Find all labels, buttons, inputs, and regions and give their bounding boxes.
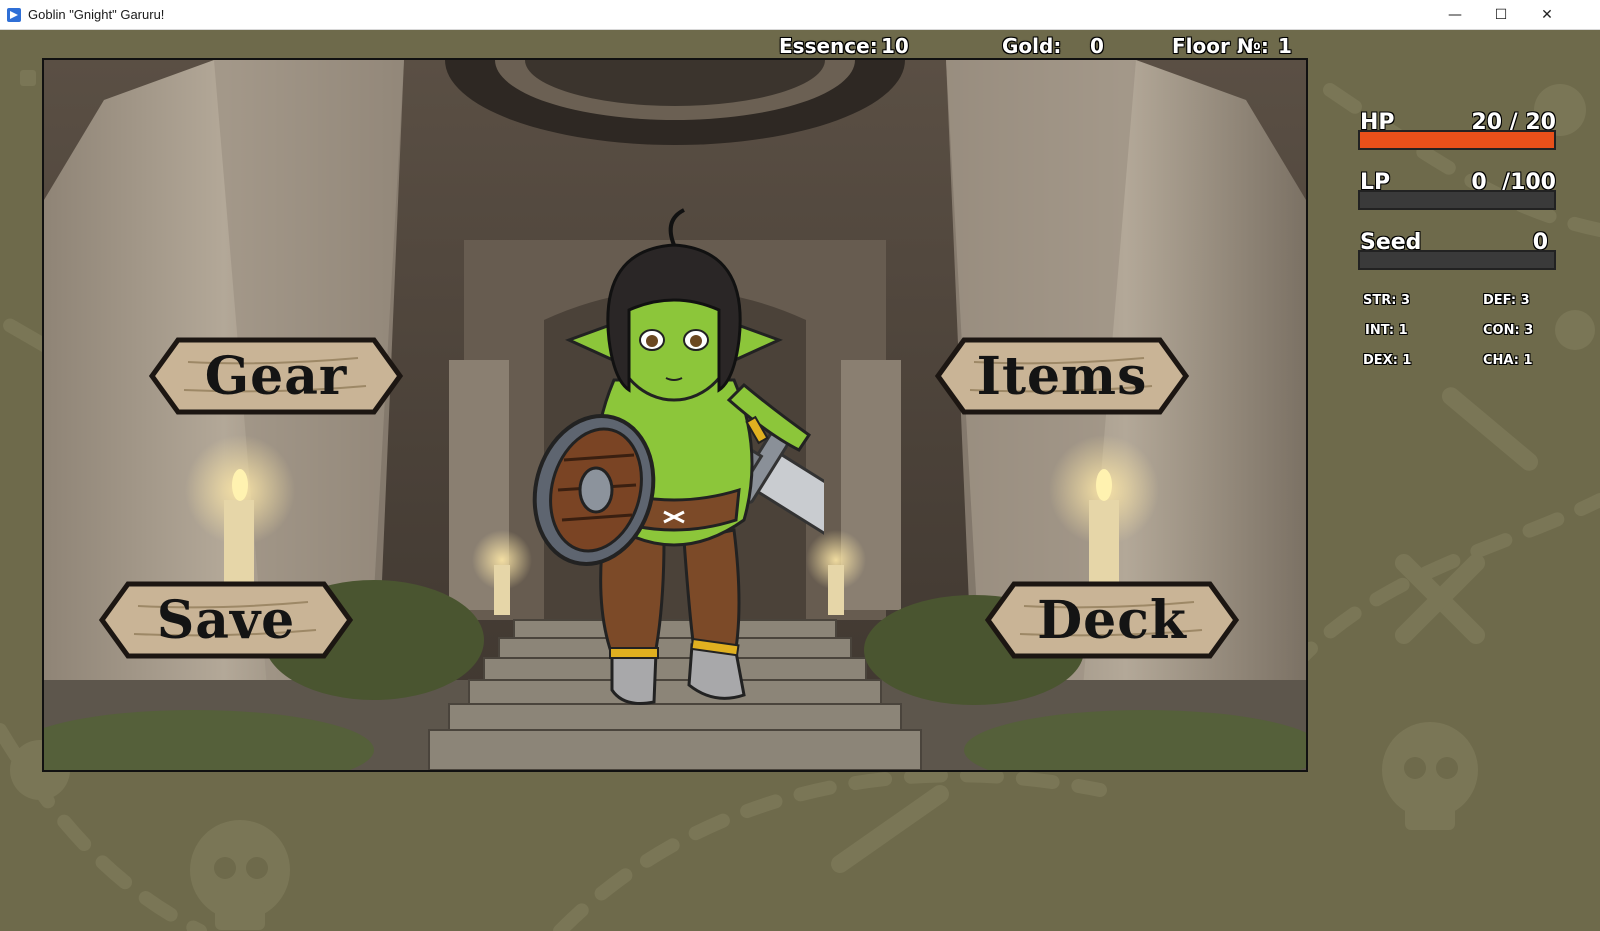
def-stat: DEF: 3 — [1483, 293, 1530, 308]
dungeon-scene: Gear Items Save Deck — [42, 58, 1308, 772]
save-button[interactable]: Save — [98, 580, 354, 660]
seed-track — [1358, 250, 1556, 270]
str-stat: STR: 3 — [1363, 293, 1411, 308]
gear-button[interactable]: Gear — [148, 336, 404, 416]
con-stat: CON: 3 — [1483, 323, 1534, 338]
maximize-button[interactable]: ☐ — [1478, 0, 1524, 30]
lp-track — [1358, 190, 1556, 210]
gold-value: 0 — [1090, 34, 1104, 58]
deck-button[interactable]: Deck — [984, 580, 1240, 660]
gear-label: Gear — [204, 345, 348, 407]
items-button[interactable]: Items — [934, 336, 1190, 416]
floor-value: 1 — [1278, 34, 1292, 58]
game-canvas: Essence: 10 Gold: 0 Floor №: 1 Gear Item… — [0, 30, 1600, 931]
close-button[interactable]: ✕ — [1524, 0, 1570, 30]
floor-label: Floor №: — [1172, 34, 1269, 58]
window-title: Goblin "Gnight" Garuru! — [28, 7, 165, 22]
items-label: Items — [976, 345, 1148, 407]
int-stat: INT: 1 — [1365, 323, 1408, 338]
dex-stat: DEX: 1 — [1363, 353, 1412, 368]
hp-track — [1358, 130, 1556, 150]
goblin-character — [532, 208, 824, 705]
gold-label: Gold: — [1002, 34, 1062, 58]
essence-value: 10 — [881, 34, 909, 58]
deck-label: Deck — [1037, 589, 1187, 651]
app-icon — [7, 8, 21, 22]
essence-label: Essence: — [779, 34, 878, 58]
title-bar: Goblin "Gnight" Garuru! — ☐ ✕ — [0, 0, 1600, 30]
hp-fill — [1360, 132, 1554, 148]
minimize-button[interactable]: — — [1432, 0, 1478, 30]
save-label: Save — [156, 589, 296, 651]
cha-stat: CHA: 1 — [1483, 353, 1533, 368]
